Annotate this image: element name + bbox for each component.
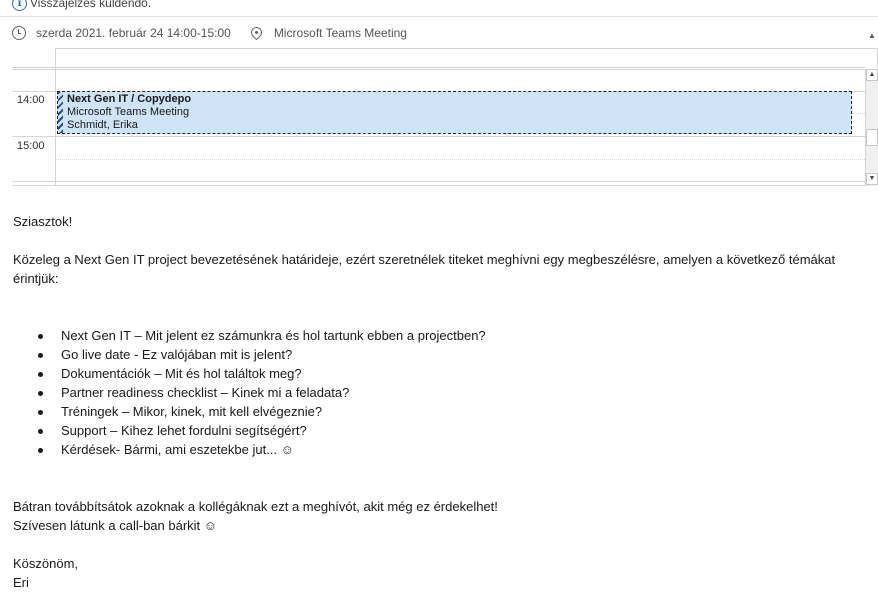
response-notice: i Visszajelzés küldendő. [12,0,151,11]
scroll-down-icon[interactable]: ▼ [866,173,878,185]
signature: Eri [13,575,29,590]
message-body: Sziasztok! Közeleg a Next Gen IT project… [13,212,873,592]
meeting-meta: szerda 2021. február 24 14:00-15:00 Micr… [12,23,407,43]
list-item: Go live date - Ez valójában mit is jelen… [13,345,873,364]
greeting: Sziasztok! [13,214,73,229]
scroll-up-icon[interactable]: ▲ [866,69,878,81]
info-icon: i [12,0,27,11]
time-label-15: 15:00 [17,140,45,152]
meeting-location: Microsoft Teams Meeting [273,26,407,40]
header-divider [0,16,878,17]
calendar-allday-header [55,48,878,68]
topic-list: Next Gen IT – Mit jelent ez számunkra és… [13,326,873,459]
list-item: Partner readiness checklist – Kinek mi a… [13,383,873,402]
time-label-14: 14:00 [17,94,45,106]
calendar-bottom-line [12,185,878,186]
event-title: Next Gen IT / Copydepo [67,93,192,105]
calendar-line [12,69,865,70]
calendar-time-divider [55,67,56,185]
event-location: Microsoft Teams Meeting [67,106,190,118]
calendar-preview: 14:00 15:00 Next Gen IT / Copydepo Micro… [12,48,878,188]
scroll-thumb[interactable] [866,129,878,146]
clock-icon [12,26,26,40]
closing-line-1: Bátran továbbítsátok azoknak a kollégákn… [13,499,498,514]
thanks: Köszönöm, [13,556,79,571]
list-item: Next Gen IT – Mit jelent ez számunkra és… [13,326,873,345]
event-details: Next Gen IT / Copydepo Microsoft Teams M… [67,93,191,132]
list-item: Kérdések- Bármi, ami eszetekbe jut... ☺ [13,440,873,459]
calendar-line [12,181,865,182]
location-pin-icon [248,24,265,40]
response-notice-text: Visszajelzés küldendő. [30,0,152,10]
calendar-line [12,136,865,137]
list-item: Tréningek – Mikor, kinek, mit kell elvég… [13,402,873,421]
calendar-scrollbar[interactable]: ▲ ▼ [865,69,878,186]
meeting-datetime: szerda 2021. február 24 14:00-15:00 [36,26,231,40]
event-organizer: Schmidt, Erika [67,119,138,131]
header-scroll-up-icon[interactable]: ▲ [866,30,878,42]
list-item: Dokumentációk – Mit és hol találtok meg? [13,364,873,383]
closing-line-2: Szívesen látunk a call-ban bárkit ☺ [13,518,218,533]
calendar-event[interactable]: Next Gen IT / Copydepo Microsoft Teams M… [57,91,852,134]
list-item: Support – Kihez lehet fordulni segítségé… [13,421,873,440]
tentative-stripe [58,92,63,133]
intro-paragraph: Közeleg a Next Gen IT project bevezetésé… [13,252,836,286]
calendar-half-hour-line [56,159,865,160]
calendar-line [12,67,865,68]
